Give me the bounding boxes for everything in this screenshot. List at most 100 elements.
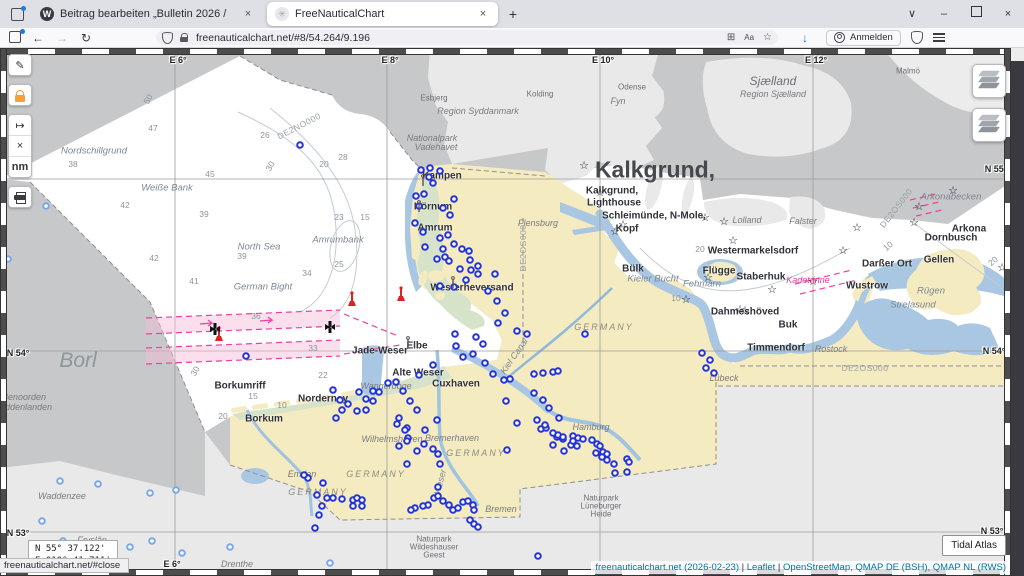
chart-marker[interactable] — [560, 434, 566, 440]
chart-marker[interactable] — [580, 436, 586, 442]
chart-marker[interactable] — [324, 495, 330, 501]
chart-marker[interactable] — [345, 401, 351, 407]
lighthouse-star-icon[interactable]: ☆ — [767, 284, 777, 296]
list-tabs-icon[interactable]: ∨ — [896, 0, 928, 28]
lighthouse-star-icon[interactable]: ☆ — [681, 294, 691, 306]
chart-marker[interactable] — [455, 505, 461, 511]
lighthouse-star-icon[interactable]: ☆ — [728, 235, 738, 247]
chart-marker[interactable] — [337, 397, 343, 403]
chart-marker[interactable] — [452, 331, 458, 337]
sign-in-button[interactable]: Anmelden — [826, 30, 901, 46]
chart-marker[interactable] — [531, 371, 537, 377]
chart-marker[interactable] — [542, 422, 548, 428]
lighthouse-star-icon[interactable]: ☆ — [838, 245, 848, 257]
chart-marker[interactable] — [451, 241, 457, 247]
tab-close-icon[interactable]: × — [241, 8, 255, 20]
chart-marker[interactable] — [604, 457, 610, 463]
light-tower-icon[interactable] — [397, 286, 405, 301]
chart-marker[interactable] — [430, 362, 436, 368]
translate-icon[interactable]: Aa — [744, 33, 754, 42]
firefox-view-icon[interactable] — [6, 30, 26, 45]
chart-marker[interactable] — [434, 256, 440, 262]
chart-marker[interactable] — [363, 407, 369, 413]
chart-marker[interactable] — [597, 443, 603, 449]
chart-marker[interactable] — [316, 512, 322, 518]
chart-marker[interactable] — [422, 427, 428, 433]
chart-marker[interactable] — [524, 331, 530, 337]
chart-marker[interactable] — [370, 388, 376, 394]
chart-marker[interactable] — [440, 498, 446, 504]
lighthouse-star-icon[interactable]: ☆ — [700, 212, 710, 224]
chart-marker-light[interactable] — [127, 544, 133, 550]
chart-marker[interactable] — [297, 142, 303, 148]
chart-marker[interactable] — [501, 377, 507, 383]
print-button[interactable] — [8, 186, 32, 208]
chart-marker[interactable] — [699, 350, 705, 356]
chart-marker[interactable] — [434, 417, 440, 423]
chart-marker[interactable] — [514, 328, 520, 334]
chart-marker[interactable] — [626, 459, 632, 465]
chart-marker[interactable] — [330, 387, 336, 393]
chart-marker[interactable] — [471, 507, 477, 513]
reload-button[interactable]: ↻ — [74, 31, 98, 45]
url-bar[interactable]: freenauticalchart.net/#8/54.264/9.196 ⊞ … — [156, 30, 778, 45]
lighthouse-star-icon[interactable]: ☆ — [740, 305, 750, 317]
chart-marker-light[interactable] — [227, 544, 233, 550]
chart-marker[interactable] — [354, 408, 360, 414]
chart-marker[interactable] — [320, 480, 326, 486]
chart-marker[interactable] — [460, 354, 466, 360]
chart-marker[interactable] — [459, 246, 465, 252]
url-text[interactable]: freenauticalchart.net/#8/54.264/9.196 — [196, 32, 718, 44]
chart-marker[interactable] — [540, 397, 546, 403]
chart-marker[interactable] — [550, 442, 556, 448]
tab-overview-icon[interactable] — [6, 4, 28, 24]
lighthouse-star-icon[interactable]: ☆ — [610, 226, 620, 238]
chart-marker[interactable] — [611, 461, 617, 467]
chart-marker[interactable] — [393, 379, 399, 385]
chart-marker[interactable] — [504, 447, 510, 453]
chart-marker-light[interactable] — [327, 560, 333, 566]
chart-marker[interactable] — [507, 376, 513, 382]
chart-marker[interactable] — [703, 365, 709, 371]
chart-marker[interactable] — [400, 388, 406, 394]
chart-marker[interactable] — [376, 389, 382, 395]
chart-marker-light[interactable] — [179, 550, 185, 556]
downloads-icon[interactable]: ↓ — [792, 31, 818, 45]
chart-marker[interactable] — [404, 438, 410, 444]
lighthouse-star-icon[interactable]: ☆ — [808, 276, 818, 288]
lighthouse-star-icon[interactable]: ☆ — [914, 201, 924, 213]
scrollbar[interactable] — [1011, 61, 1024, 576]
chart-marker[interactable] — [440, 205, 446, 211]
chart-marker[interactable] — [582, 331, 588, 337]
chart-marker[interactable] — [457, 266, 463, 272]
chart-marker[interactable] — [407, 398, 413, 404]
chart-marker[interactable] — [359, 497, 365, 503]
chart-marker[interactable] — [339, 407, 345, 413]
chart-marker[interactable] — [494, 298, 500, 304]
save-page-icon[interactable]: ⊞ — [727, 32, 735, 43]
chart-marker[interactable] — [593, 450, 599, 456]
chart-marker[interactable] — [503, 398, 509, 404]
measure-distance-button[interactable]: ↦ — [9, 115, 31, 135]
nautical-chart-map[interactable]: ☆☆☆☆☆☆☆☆☆☆☆☆☆☆☆☆☆☆☆ E 6°E 8°E 10°E 12°E … — [0, 48, 1024, 576]
overlay-layer-button[interactable] — [972, 108, 1006, 142]
chart-marker[interactable] — [314, 492, 320, 498]
chart-marker[interactable] — [312, 525, 318, 531]
chart-marker[interactable] — [414, 448, 420, 454]
minimize-button[interactable]: – — [928, 0, 960, 28]
chart-marker[interactable] — [453, 343, 459, 349]
chart-marker[interactable] — [414, 407, 420, 413]
chart-marker[interactable] — [359, 503, 365, 509]
chart-marker[interactable] — [707, 357, 713, 363]
chart-marker[interactable] — [612, 470, 618, 476]
chart-marker[interactable] — [531, 390, 537, 396]
chart-marker[interactable] — [420, 229, 426, 235]
chart-marker[interactable] — [451, 196, 457, 202]
chart-marker[interactable] — [446, 258, 452, 264]
lighthouse-star-icon[interactable]: ☆ — [595, 187, 605, 199]
chart-marker[interactable] — [502, 310, 508, 316]
chart-marker[interactable] — [437, 235, 443, 241]
chart-marker[interactable] — [435, 493, 441, 499]
chart-marker[interactable] — [467, 257, 473, 263]
tracking-shield-icon[interactable] — [162, 32, 173, 44]
